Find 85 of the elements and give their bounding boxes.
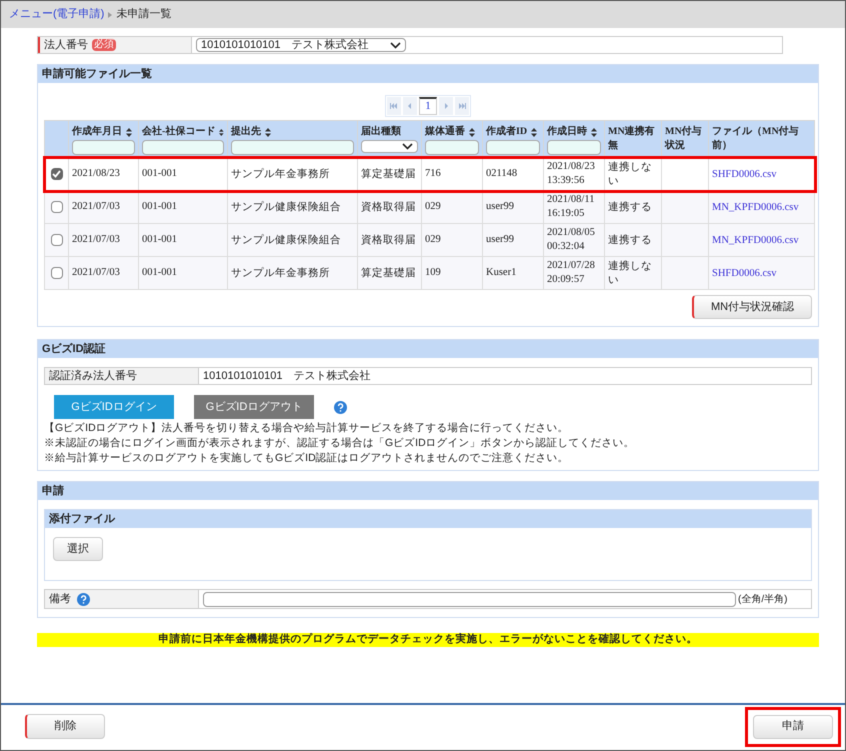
corp-select[interactable]: 1010101010101 テスト株式会社 — [196, 38, 406, 52]
table-cell: 2021/08/23 13:39:56 — [544, 158, 604, 190]
table-cell: user99 — [482, 224, 544, 256]
first-page[interactable] — [387, 97, 401, 115]
mn-status-button[interactable]: MN付与状況確認 — [692, 295, 812, 319]
column-label: 作成年月日 — [72, 125, 122, 139]
column-label: 作成者ID — [486, 125, 528, 139]
filter-field[interactable] — [72, 140, 135, 155]
gbiz-logout-button[interactable]: GビズIDログアウト — [194, 395, 314, 419]
chevron-down-icon — [402, 143, 413, 150]
help-icon — [77, 592, 90, 606]
section-header: 添付ファイル — [45, 510, 811, 528]
row-checkbox[interactable] — [50, 266, 62, 279]
remarks-field[interactable] — [203, 592, 736, 606]
column-label: 提出先 — [231, 125, 261, 139]
table-cell: サンプル年金事務所 — [228, 256, 358, 290]
notice-text: 【GビズIDログアウト】法人番号を切り替える場合や給与計算サービスを終了する場合に行ってください。 — [44, 421, 570, 436]
delete-button[interactable]: 削除 — [25, 714, 105, 739]
breadcrumb-link[interactable]: メニュー(電子申請) — [9, 6, 104, 23]
filter-field[interactable] — [425, 140, 479, 155]
section-header: 申請 — [38, 482, 818, 500]
table-cell: Kuser1 — [482, 256, 544, 290]
table-cell: 001-001 — [138, 256, 228, 290]
first-page-icon — [390, 103, 398, 109]
field-label: 備考 — [49, 592, 71, 607]
chevron-right-icon — [108, 12, 112, 18]
table-cell: 連携しない — [604, 256, 662, 290]
field-value: 1010101010101 テスト株式会社 — [202, 368, 371, 384]
column-label: 作成日時 — [547, 125, 587, 139]
last-page-icon — [458, 103, 466, 109]
table-cell: 2021/07/03 — [68, 256, 138, 290]
column-label: MN連携有無 — [608, 125, 656, 153]
table-cell: 109 — [422, 256, 482, 290]
table-cell: 001-001 — [138, 190, 228, 224]
submit-button[interactable]: 申請 — [753, 714, 833, 738]
chevron-down-icon — [390, 42, 401, 48]
section-header: GビズID認証 — [38, 340, 818, 358]
column-label: 届出種類 — [361, 125, 401, 139]
next-page[interactable] — [439, 97, 453, 115]
table-cell: 716 — [422, 158, 482, 190]
table-cell: 2021/07/28 20:09:57 — [544, 256, 604, 290]
column-label: MN付与状況 — [665, 125, 703, 153]
filter-select[interactable] — [361, 140, 418, 153]
column-label: 媒体通番 — [425, 125, 465, 139]
table-cell: 資格取得届 — [358, 224, 422, 256]
notice-text: ※給与計算サービスのログアウトを実施してもGビズID認証はログアウトされませんのでご注意ください。 — [44, 451, 570, 466]
column-label: ファイル（MN付与前） — [712, 125, 800, 153]
table-cell: 算定基礎届 — [358, 158, 422, 190]
column-label: 会社-社保コード — [142, 125, 216, 139]
table-cell: 001-001 — [138, 158, 228, 190]
next-page-icon — [442, 103, 450, 109]
table-cell: 2021/07/03 — [68, 224, 138, 256]
row-checkbox[interactable] — [50, 168, 62, 180]
required-badge: 必須 — [92, 39, 116, 51]
prev-page-icon — [406, 103, 414, 109]
prev-page[interactable] — [403, 97, 417, 115]
breadcrumb-current: 未申請一覧 — [116, 7, 172, 22]
table-cell: 連携しない — [604, 158, 662, 190]
input-hint: (全角/半角) — [738, 592, 788, 606]
filter-field[interactable] — [231, 140, 354, 155]
field-label: 認証済み法人番号 — [45, 368, 199, 384]
row-checkbox[interactable] — [50, 200, 62, 213]
page-number[interactable]: 1 — [419, 97, 437, 115]
table-cell: 2021/08/05 00:32:04 — [544, 224, 604, 256]
table-cell: 2021/08/23 — [68, 158, 138, 190]
table-cell: 2021/07/03 — [68, 190, 138, 224]
table-cell: 001-001 — [138, 224, 228, 256]
filter-field[interactable] — [142, 140, 224, 155]
row-checkbox[interactable] — [50, 234, 62, 246]
section-header: 申請可能ファイル一覧 — [38, 65, 818, 83]
select-file-button[interactable]: 選択 — [53, 537, 103, 561]
table-cell: 算定基礎届 — [358, 256, 422, 290]
table-cell: サンプル健康保険組合 — [228, 224, 358, 256]
warning-banner: 申請前に日本年金機構提供のプログラムでデータチェックを実施し、エラーがないことを確認してください。 — [37, 633, 819, 647]
filter-field[interactable] — [486, 140, 540, 155]
last-page[interactable] — [455, 97, 469, 115]
table-cell: 連携する — [604, 224, 662, 256]
table-cell: 029 — [422, 224, 482, 256]
help-icon — [334, 400, 347, 414]
filter-field[interactable] — [547, 140, 601, 155]
notice-text: ※未認証の場合にログイン画面が表示されますが、認証する場合は「GビズIDログイン」ボタンから認証してください。 — [44, 436, 636, 451]
table-cell: サンプル年金事務所 — [228, 158, 358, 190]
field-label: 法人番号 — [44, 38, 88, 53]
table-cell: サンプル健康保険組合 — [228, 190, 358, 224]
table-cell: 021148 — [482, 158, 544, 190]
